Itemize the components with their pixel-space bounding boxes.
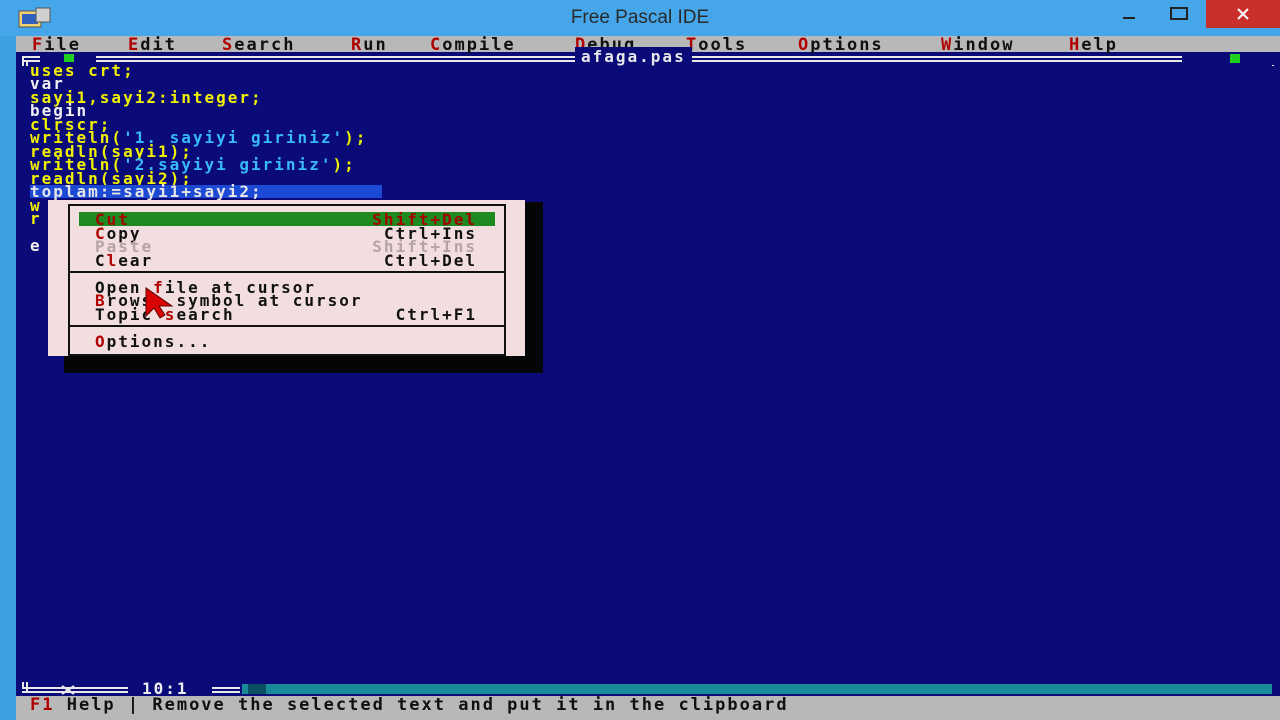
scrollbar-thumb[interactable]	[248, 684, 266, 694]
editor-filename: afaga.pas	[575, 47, 692, 66]
selected-code-line[interactable]: toplam:=sayi1+sayi2;	[30, 184, 382, 200]
horizontal-scrollbar[interactable]	[242, 684, 1272, 694]
code-line[interactable]: r	[30, 211, 42, 227]
context-menu: Cut Shift+Del Copy Ctrl+Ins Paste Shift+…	[48, 200, 525, 356]
mouse-cursor-icon	[145, 287, 174, 319]
menu-separator	[68, 325, 504, 327]
minimize-button[interactable]	[1106, 0, 1152, 28]
close-icon	[1237, 8, 1249, 20]
zoom-box-icon[interactable]	[1230, 54, 1240, 63]
code-line[interactable]: e	[30, 238, 42, 254]
ide-screen: File Edit Search Run Compile Debug Tools…	[16, 36, 1280, 720]
menu-item-clear[interactable]: Clear Ctrl+Del	[79, 251, 495, 270]
minimize-icon	[1123, 17, 1135, 19]
window-titlebar: Free Pascal IDE	[0, 0, 1280, 36]
status-bar: F1 Help | Remove the selected text and p…	[16, 695, 1280, 720]
window-title: Free Pascal IDE	[570, 7, 710, 28]
help-hotkey[interactable]: F1	[30, 695, 54, 715]
status-message: Help | Remove the selected text and put …	[54, 695, 789, 715]
close-button[interactable]	[1206, 0, 1280, 28]
menu-separator	[68, 271, 504, 273]
maximize-icon	[1170, 7, 1188, 20]
maximize-button[interactable]	[1156, 0, 1202, 28]
menu-item-options[interactable]: Options...	[79, 332, 495, 351]
